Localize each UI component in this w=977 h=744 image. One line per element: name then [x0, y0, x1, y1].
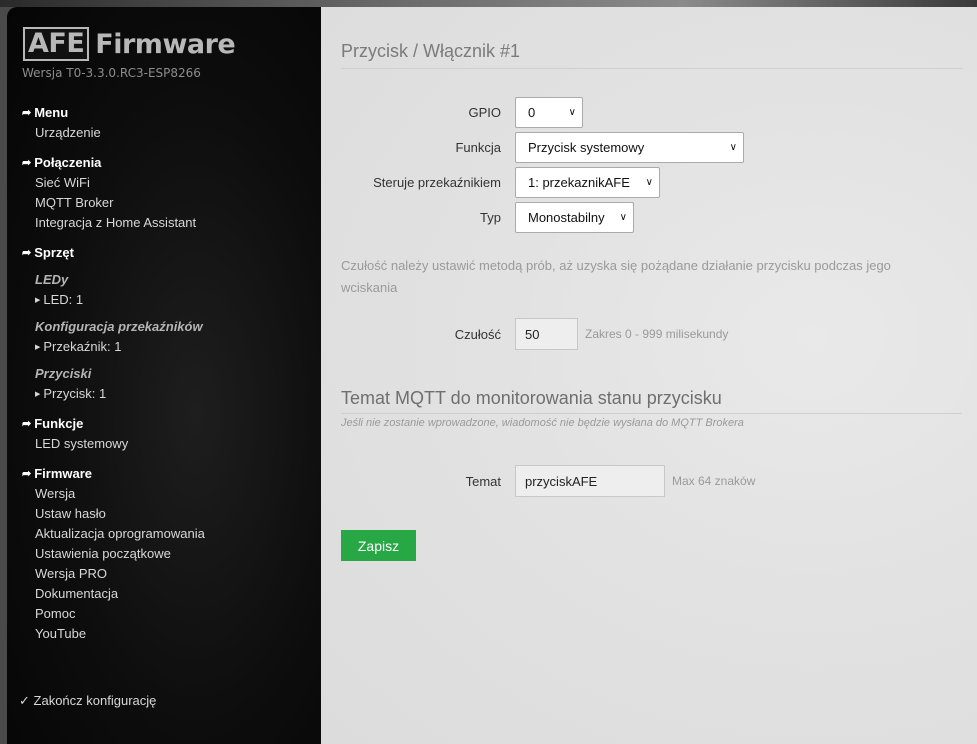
relay-select[interactable]: 1: przekaznikAFE ∨ [515, 167, 660, 198]
hand-right-arrow-icon: ➦ [22, 418, 32, 430]
sidebar-item-label: Przycisk: 1 [43, 386, 107, 401]
nav-subheading-przyciski: Przyciski [35, 366, 92, 381]
gpio-label: GPIO [468, 105, 501, 120]
logo-afe-box: AFE [23, 27, 90, 61]
hand-right-arrow-icon: ➦ [22, 157, 32, 169]
triangle-right-icon: ▶ [35, 297, 41, 304]
nav-heading-label: Menu [34, 105, 69, 120]
czulosc-label: Czułość [454, 326, 501, 342]
sidebar-item-led-systemowy[interactable]: LED systemowy [22, 434, 312, 454]
finish-configuration-link[interactable]: ✓ Zakończ konfigurację [19, 693, 156, 709]
chevron-down-icon: ∨ [645, 177, 653, 188]
steruje-row: Steruje przekaźnikiem 1: przekaznikAFE ∨ [341, 167, 660, 198]
triangle-right-icon: ▶ [35, 344, 41, 351]
nav-heading-firmware: ➦ Firmware [22, 464, 312, 484]
nav-heading-sprzet: ➦ Sprzęt [22, 243, 312, 263]
sensitivity-hint: Zakres 0 - 999 milisekundy [585, 327, 729, 341]
nav-heading-label: Połączenia [34, 155, 102, 170]
nav-section-firmware: ➦ Firmware Wersja Ustaw hasło Aktualizac… [22, 464, 312, 644]
nav-heading-label: Firmware [34, 466, 93, 481]
mqtt-section-title: Temat MQTT do monitorowania stanu przyci… [341, 388, 962, 414]
temat-label: Temat [465, 473, 501, 489]
nav-heading-label: Funkcje [34, 416, 84, 431]
nav-section-sprzet: ➦ Sprzęt LEDy ▶ LED: 1 Konfiguracja przek… [22, 243, 312, 404]
nav-section-polaczenia: ➦ Połączenia Sieć WiFi MQTT Broker Integ… [22, 153, 312, 233]
hand-right-arrow-icon: ➦ [22, 247, 32, 259]
gpio-select-value: 0 [528, 105, 536, 120]
chevron-down-icon: ∨ [619, 212, 627, 223]
window-top-border [0, 0, 977, 7]
sidebar-item-label: Przekaźnik: 1 [43, 339, 122, 354]
hand-right-arrow-icon: ➦ [22, 468, 32, 480]
mqtt-topic-input[interactable]: przyciskAFE [515, 465, 665, 497]
nav-subheading-ledy: LEDy [35, 272, 69, 287]
sensitivity-note: Czułość należy ustawić metodą prób, aż u… [341, 258, 891, 295]
sidebar-item-ustawienia-poczatkowe[interactable]: Ustawienia początkowe [22, 544, 312, 564]
triangle-right-icon: ▶ [35, 391, 41, 398]
nav-subheading-przekazniki: Konfiguracja przekaźników [35, 319, 203, 334]
typ-label: Typ [480, 210, 501, 225]
typ-row: Typ Monostabilny ∨ [341, 202, 634, 233]
gpio-row: GPIO 0 ∨ [341, 97, 583, 128]
temat-row: Temat przyciskAFE Max 64 znaków [341, 465, 755, 497]
sidebar-item-przycisk-1[interactable]: ▶ Przycisk: 1 [22, 384, 312, 404]
logo: AFE Firmware [23, 27, 236, 61]
sidebar-item-home-assistant[interactable]: Integracja z Home Assistant [22, 213, 312, 233]
save-button[interactable]: Zapisz [341, 530, 416, 561]
firmware-version: Wersja T0-3.3.0.RC3-ESP8266 [22, 66, 201, 80]
funkcja-select-value: Przycisk systemowy [528, 140, 645, 155]
sidebar-item-urzadzenie[interactable]: Urządzenie [22, 123, 312, 143]
sensitivity-input[interactable]: 50 [515, 318, 578, 350]
main-content: Przycisk / Włącznik #1 GPIO 0 ∨ Funkcja … [321, 7, 977, 744]
funkcja-select[interactable]: Przycisk systemowy ∨ [515, 132, 744, 163]
checkmark-icon: ✓ [19, 693, 30, 708]
logo-text: Firmware [95, 28, 236, 60]
sidebar: AFE Firmware Wersja T0-3.3.0.RC3-ESP8266… [7, 7, 321, 744]
sidebar-item-aktualizacja[interactable]: Aktualizacja oprogramowania [22, 524, 312, 544]
nav-heading-label: Sprzęt [34, 245, 74, 260]
sidebar-item-mqtt-broker[interactable]: MQTT Broker [22, 193, 312, 213]
funkcja-row: Funkcja Przycisk systemowy ∨ [341, 132, 744, 163]
relay-select-value: 1: przekaznikAFE [528, 175, 630, 190]
sidebar-item-label: LED: 1 [43, 292, 84, 307]
sidebar-item-wersja[interactable]: Wersja [22, 484, 312, 504]
sidebar-item-wersja-pro[interactable]: Wersja PRO [22, 564, 312, 584]
gpio-select[interactable]: 0 ∨ [515, 97, 583, 128]
nav-section-menu: ➦ Menu Urządzenie [22, 103, 312, 143]
funkcja-label: Funkcja [455, 140, 501, 155]
sidebar-item-siec-wifi[interactable]: Sieć WiFi [22, 173, 312, 193]
typ-select-value: Monostabilny [528, 210, 605, 225]
czulosc-row: Czułość 50 Zakres 0 - 999 milisekundy [341, 318, 728, 350]
sidebar-nav: ➦ Menu Urządzenie ➦ Połączenia Sieć WiFi… [22, 103, 312, 654]
sidebar-item-dokumentacja[interactable]: Dokumentacja [22, 584, 312, 604]
nav-section-funkcje: ➦ Funkcje LED systemowy [22, 414, 312, 454]
hand-right-arrow-icon: ➦ [22, 107, 32, 119]
nav-heading-funkcje: ➦ Funkcje [22, 414, 312, 434]
page-title: Przycisk / Włącznik #1 [341, 41, 962, 69]
sidebar-item-led-1[interactable]: ▶ LED: 1 [22, 290, 312, 310]
finish-configuration-label: Zakończ konfigurację [33, 693, 157, 708]
mqtt-topic-hint: Max 64 znaków [672, 474, 756, 488]
chevron-down-icon: ∨ [729, 142, 737, 153]
nav-heading-polaczenia: ➦ Połączenia [22, 153, 312, 173]
sidebar-item-przekaznik-1[interactable]: ▶ Przekaźnik: 1 [22, 337, 312, 357]
sidebar-item-pomoc[interactable]: Pomoc [22, 604, 312, 624]
sidebar-item-youtube[interactable]: YouTube [22, 624, 312, 644]
mqtt-section-note: Jeśli nie zostanie wprowadzone, wiadomoś… [341, 417, 744, 429]
chevron-down-icon: ∨ [568, 107, 576, 118]
steruje-label: Steruje przekaźnikiem [373, 175, 501, 190]
sidebar-item-ustaw-haslo[interactable]: Ustaw hasło [22, 504, 312, 524]
typ-select[interactable]: Monostabilny ∨ [515, 202, 634, 233]
nav-heading-menu: ➦ Menu [22, 103, 312, 123]
